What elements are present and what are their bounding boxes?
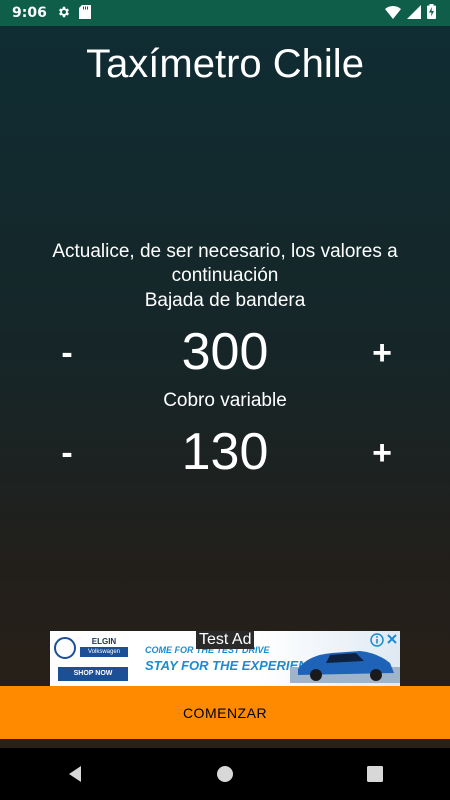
back-icon [69, 766, 81, 782]
wifi-icon [385, 4, 401, 23]
nav-back-button[interactable] [55, 754, 95, 794]
variable-fare-value: 130 [181, 423, 269, 481]
variable-fare-increment-button[interactable]: + [357, 428, 407, 478]
cell-signal-icon [407, 4, 421, 23]
ad-close-icon[interactable] [386, 633, 398, 645]
home-icon [217, 766, 233, 782]
nav-home-button[interactable] [205, 754, 245, 794]
banner-ad[interactable]: ELGIN Volkswagen SHOP NOW COME FOR THE T… [50, 631, 400, 686]
status-icons-right [385, 0, 436, 26]
instructions-text: Actualice, de ser necesario, los valores… [52, 241, 398, 286]
status-icons-left [57, 4, 91, 23]
fare-start-value: 300 [181, 323, 269, 381]
fare-start-label: Bajada de bandera [144, 290, 306, 311]
ad-label: Test Ad [196, 631, 255, 649]
app-screen: Taxímetro Chile Actualice, de ser necesa… [0, 26, 450, 748]
ad-shop-now-button[interactable]: SHOP NOW [58, 667, 128, 681]
fare-start-decrement-button[interactable]: - [42, 328, 92, 378]
fare-start-increment-button[interactable]: + [357, 328, 407, 378]
volkswagen-logo-icon [54, 637, 76, 659]
page-title: Taxímetro Chile [86, 42, 364, 86]
system-nav-bar [0, 748, 450, 800]
settings-icon [57, 4, 71, 23]
recents-icon [367, 766, 383, 782]
variable-fare-label: Cobro variable [163, 390, 287, 411]
status-time: 9:06 [12, 5, 47, 21]
sd-card-icon [78, 4, 91, 23]
nav-recents-button[interactable] [355, 754, 395, 794]
ad-info-icon[interactable] [370, 633, 384, 647]
status-bar: 9:06 [0, 0, 450, 26]
start-button[interactable]: COMENZAR [0, 686, 450, 739]
variable-fare-decrement-button[interactable]: - [42, 428, 92, 478]
ad-dealer-name: ELGIN [91, 637, 117, 646]
ad-dealer-brand: Volkswagen [80, 647, 128, 657]
battery-charging-icon [427, 3, 436, 23]
